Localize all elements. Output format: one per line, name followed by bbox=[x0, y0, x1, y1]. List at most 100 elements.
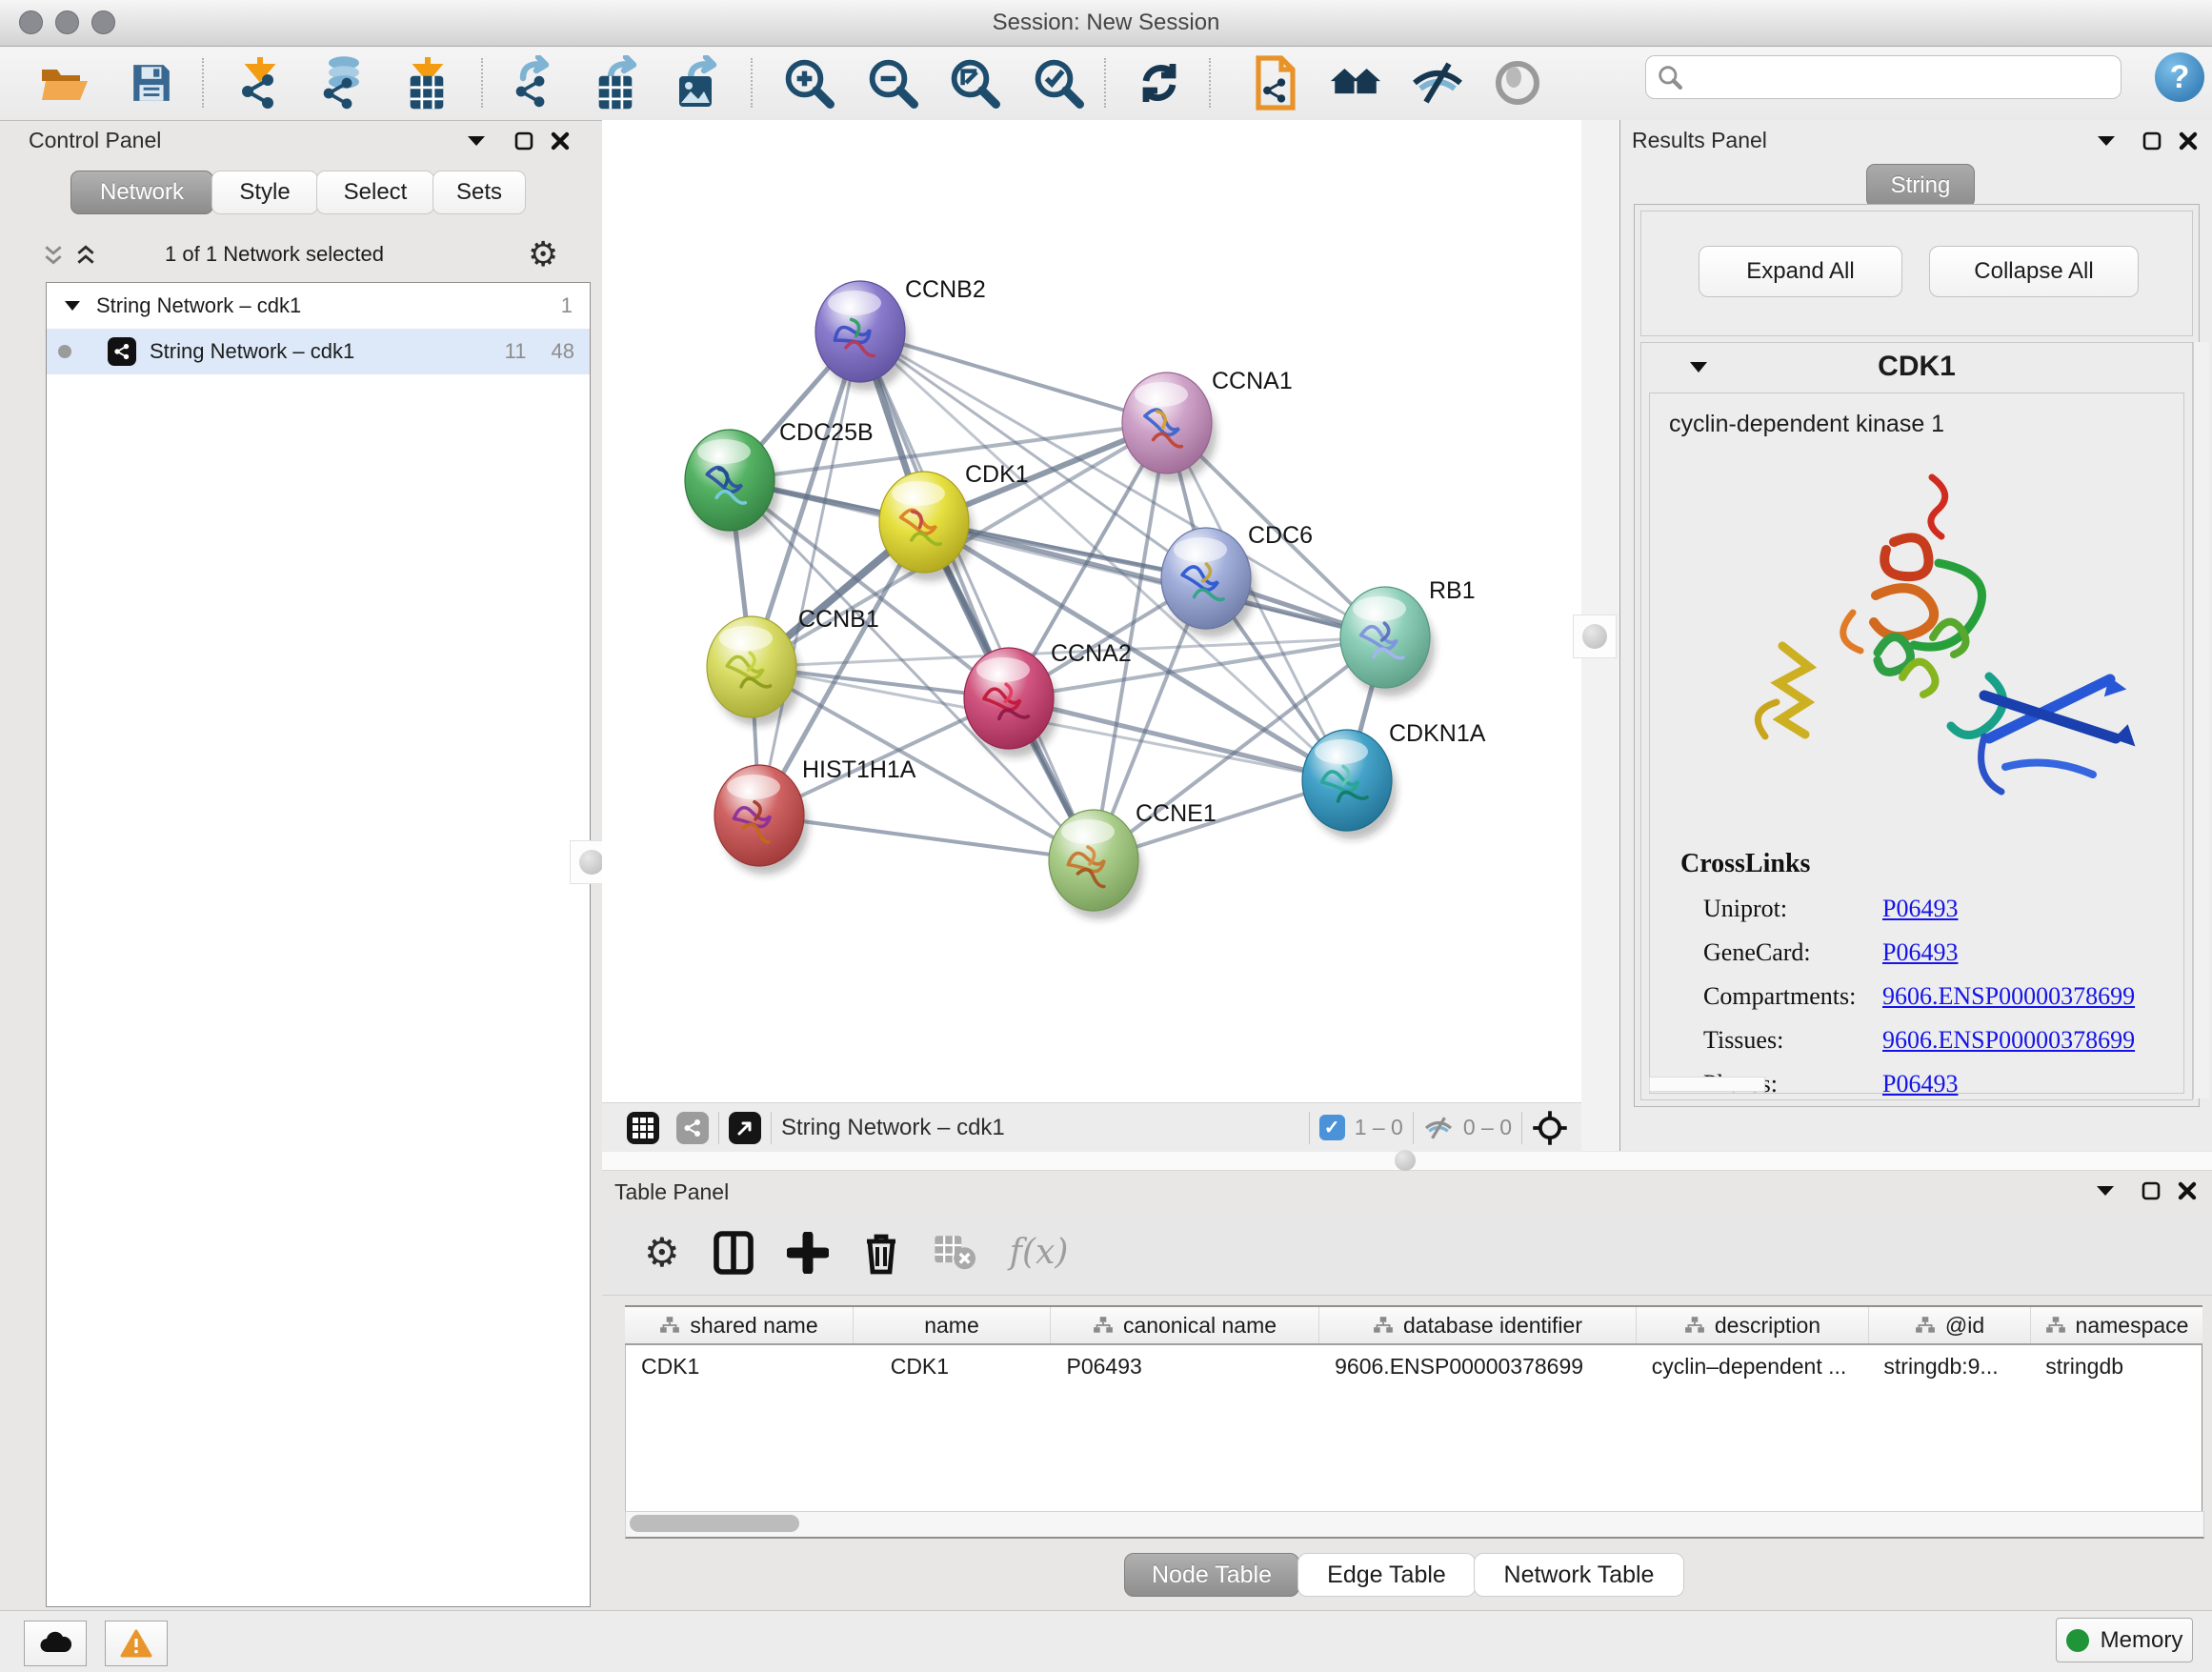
save-floppy-icon bbox=[130, 61, 173, 105]
results-vscroll-track[interactable] bbox=[2193, 342, 2209, 1098]
column-header[interactable]: database identifier bbox=[1319, 1307, 1637, 1343]
add-column-icon[interactable] bbox=[787, 1232, 829, 1274]
tab-sets[interactable]: Sets bbox=[432, 171, 526, 214]
table-hscroll-track[interactable] bbox=[625, 1511, 2204, 1539]
export-image-button[interactable] bbox=[669, 53, 728, 112]
zoom-in-button[interactable] bbox=[779, 53, 838, 112]
tab-string[interactable]: String bbox=[1866, 164, 1975, 208]
network-graph[interactable]: CCNB2CCNA1CDC25BCDK1CDC6RB1CCNB1CCNA2CDK… bbox=[602, 120, 1581, 1102]
selected-nodes-checkbox-icon[interactable]: ✓ bbox=[1319, 1115, 1345, 1140]
zoom-selected-button[interactable] bbox=[1029, 53, 1088, 112]
gene-details: cyclin-dependent kinase 1 bbox=[1649, 393, 2184, 1094]
column-header[interactable]: canonical name bbox=[1051, 1307, 1319, 1343]
network-options-gear-icon[interactable]: ⚙ bbox=[528, 234, 558, 274]
cloud-status-button[interactable] bbox=[24, 1621, 87, 1666]
results-panel-title: Results Panel bbox=[1632, 128, 1767, 153]
string-home-button[interactable] bbox=[1326, 53, 1385, 112]
network-collection-row[interactable]: String Network – cdk1 1 bbox=[47, 283, 590, 329]
crosslink-link[interactable]: 9606.ENSP00000378699 bbox=[1882, 982, 2135, 1011]
crosslink-link[interactable]: P06493 bbox=[1882, 938, 1958, 967]
float-panel-icon[interactable] bbox=[2089, 124, 2123, 158]
column-header[interactable]: description bbox=[1637, 1307, 1869, 1343]
help-button[interactable]: ? bbox=[2155, 52, 2204, 102]
float-panel-icon[interactable] bbox=[2088, 1174, 2122, 1208]
network-view-toolbar: String Network – cdk1 ✓ 1 – 0 0 – 0 bbox=[602, 1102, 1581, 1153]
column-header[interactable]: namespace bbox=[2031, 1307, 2202, 1343]
expand-all-button[interactable]: Expand All bbox=[1699, 246, 1902, 297]
tab-style[interactable]: Style bbox=[211, 171, 318, 214]
toolbar-search bbox=[1645, 55, 2122, 99]
column-header[interactable]: @id bbox=[1869, 1307, 2031, 1343]
network-overview-icon[interactable] bbox=[676, 1112, 709, 1144]
warnings-button[interactable] bbox=[105, 1621, 168, 1666]
maximize-panel-icon[interactable] bbox=[2134, 1174, 2168, 1208]
document-network-icon bbox=[1251, 54, 1300, 111]
import-table-from-file-button[interactable] bbox=[398, 53, 457, 112]
zoom-fit-button[interactable] bbox=[945, 53, 1004, 112]
collapse-all-button[interactable]: Collapse All bbox=[1929, 246, 2139, 297]
maximize-panel-icon[interactable] bbox=[2135, 124, 2169, 158]
svg-text:CCNB1: CCNB1 bbox=[798, 606, 879, 633]
svg-text:CDC6: CDC6 bbox=[1248, 522, 1313, 549]
maximize-panel-icon[interactable] bbox=[507, 124, 541, 158]
open-in-window-icon[interactable] bbox=[729, 1112, 761, 1144]
crosslink-link[interactable]: P06493 bbox=[1882, 1070, 1958, 1098]
crosslink-link[interactable]: 9606.ENSP00000378699 bbox=[1882, 1026, 2135, 1055]
search-icon bbox=[1658, 65, 1682, 90]
delete-column-icon[interactable] bbox=[861, 1230, 901, 1276]
show-columns-icon[interactable] bbox=[713, 1230, 754, 1276]
tab-network[interactable]: Network bbox=[70, 171, 213, 214]
network-node-count: 11 bbox=[505, 339, 527, 364]
new-network-from-selection-button[interactable] bbox=[1246, 53, 1305, 112]
table-hscroll-thumb[interactable] bbox=[630, 1515, 799, 1532]
expand-collapse-box: Expand All Collapse All bbox=[1640, 211, 2193, 336]
birdseye-grid-icon[interactable] bbox=[627, 1112, 659, 1144]
shared-column-icon bbox=[1373, 1316, 1394, 1335]
column-header[interactable]: name bbox=[854, 1307, 1051, 1343]
column-header[interactable]: shared name bbox=[625, 1307, 854, 1343]
crosslink-link[interactable]: P06493 bbox=[1882, 895, 1958, 923]
hide-selection-button[interactable] bbox=[1408, 53, 1467, 112]
show-graphics-details-button[interactable] bbox=[1488, 53, 1547, 112]
search-input[interactable] bbox=[1682, 64, 2086, 91]
bottom-splitter-grip[interactable] bbox=[1395, 1150, 1416, 1171]
tab-select[interactable]: Select bbox=[316, 171, 434, 214]
zoom-fit-icon bbox=[949, 57, 1000, 109]
float-panel-icon[interactable] bbox=[459, 124, 493, 158]
close-panel-icon[interactable] bbox=[2171, 124, 2205, 158]
tab-edge-table[interactable]: Edge Table bbox=[1297, 1553, 1476, 1597]
hidden-eye-icon[interactable] bbox=[1423, 1116, 1454, 1140]
open-folder-icon bbox=[40, 62, 91, 104]
memory-button[interactable]: Memory bbox=[2056, 1618, 2193, 1662]
table-options-gear-icon[interactable]: ⚙ bbox=[644, 1229, 680, 1276]
toolbar-separator bbox=[751, 58, 753, 108]
collection-expander-icon[interactable] bbox=[64, 299, 81, 312]
right-splitter-grip[interactable] bbox=[1573, 614, 1617, 658]
selected-counts: 1 – 0 bbox=[1355, 1115, 1403, 1140]
zoom-out-icon bbox=[867, 57, 918, 109]
fit-selected-crosshair-icon[interactable] bbox=[1532, 1110, 1568, 1146]
results-hscroll-thumb[interactable] bbox=[1649, 1077, 1765, 1092]
import-network-from-file-button[interactable] bbox=[231, 53, 290, 112]
export-network-icon bbox=[508, 55, 561, 111]
save-session-button[interactable] bbox=[122, 53, 181, 112]
network-row-selected[interactable]: String Network – cdk1 11 48 bbox=[47, 329, 590, 374]
table-toolbar: ⚙ f(x) bbox=[602, 1210, 2212, 1296]
tab-node-table[interactable]: Node Table bbox=[1124, 1553, 1299, 1597]
zoom-out-button[interactable] bbox=[863, 53, 922, 112]
import-network-from-database-button[interactable] bbox=[312, 53, 372, 112]
export-table-button[interactable] bbox=[589, 53, 648, 112]
results-panel: Results Panel String Expand All Collapse… bbox=[1619, 120, 2212, 1151]
svg-text:HIST1H1A: HIST1H1A bbox=[802, 756, 916, 783]
export-network-button[interactable] bbox=[505, 53, 564, 112]
close-panel-icon[interactable] bbox=[2170, 1174, 2204, 1208]
network-type-icon bbox=[108, 337, 136, 366]
apply-layout-button[interactable] bbox=[1130, 53, 1189, 112]
close-panel-icon[interactable] bbox=[543, 124, 577, 158]
open-session-button[interactable] bbox=[36, 53, 95, 112]
network-canvas[interactable]: CCNB2CCNA1CDC25BCDK1CDC6RB1CCNB1CCNA2CDK… bbox=[602, 120, 1581, 1102]
tab-network-table[interactable]: Network Table bbox=[1474, 1553, 1684, 1597]
network-selection-status: 1 of 1 Network selected bbox=[8, 242, 541, 267]
table-row[interactable]: CDK1 CDK1 P06493 9606.ENSP00000378699 cy… bbox=[626, 1345, 2202, 1387]
svg-text:CCNB2: CCNB2 bbox=[905, 276, 986, 303]
